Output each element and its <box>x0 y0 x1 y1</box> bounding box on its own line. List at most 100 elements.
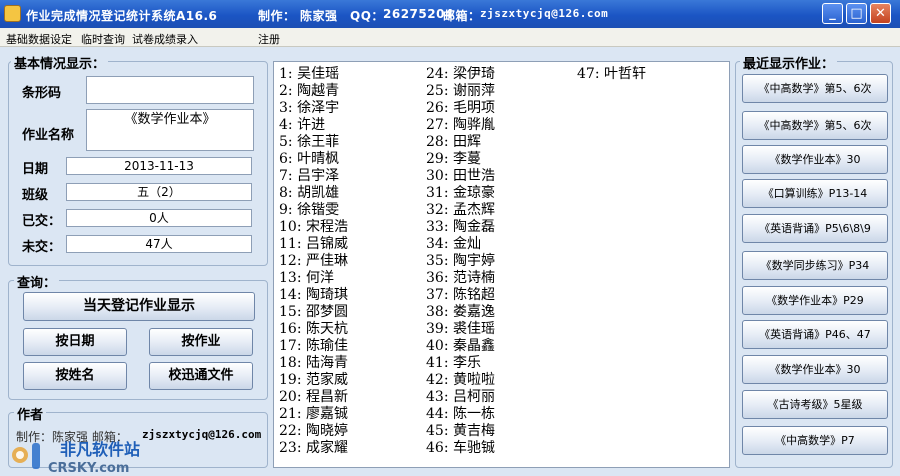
submitted-label: 已交： <box>22 214 62 229</box>
basic-info-title: 基本情况显示： <box>11 53 109 72</box>
list-item[interactable]: 30: 田世浩 <box>426 168 495 185</box>
menu-register[interactable]: 注册 <box>258 31 280 47</box>
list-item[interactable]: 18: 陆海青 <box>279 355 348 372</box>
list-item[interactable]: 47: 叶哲轩 <box>577 66 646 83</box>
list-item[interactable]: 29: 李蔓 <box>426 151 495 168</box>
recent-homework-item[interactable]: 《口算训练》P13-14 <box>742 179 888 208</box>
recent-homework-item[interactable]: 《数学作业本》30 <box>742 145 888 174</box>
menu-temp-query[interactable]: 临时查询 <box>81 31 125 47</box>
list-item[interactable]: 9: 徐锴雯 <box>279 202 348 219</box>
author-name: 陈家强 <box>300 9 338 23</box>
list-item[interactable]: 17: 陈瑜佳 <box>279 338 348 355</box>
list-item[interactable]: 7: 吕宇泽 <box>279 168 348 185</box>
recent-homework-item[interactable]: 《英语背诵》P5\6\8\9 <box>742 214 888 243</box>
show-today-button[interactable]: 当天登记作业显示 <box>23 292 255 321</box>
list-item[interactable]: 25: 谢丽萍 <box>426 83 495 100</box>
list-item[interactable]: 35: 陶宇婷 <box>426 253 495 270</box>
list-item[interactable]: 5: 徐王菲 <box>279 134 348 151</box>
homework-name-label: 作业名称 <box>22 128 75 143</box>
list-item[interactable]: 41: 李乐 <box>426 355 495 372</box>
author-title: 作者 <box>14 404 47 423</box>
class-label: 班级 <box>22 188 49 203</box>
list-item[interactable]: 37: 陈铭超 <box>426 287 495 304</box>
list-item[interactable]: 27: 陶骅胤 <box>426 117 495 134</box>
submitted-count: 0人 <box>66 209 252 227</box>
class-field[interactable]: 五（2） <box>66 183 252 201</box>
list-item[interactable]: 42: 黄啦啦 <box>426 372 495 389</box>
qq-label: QQ： <box>350 9 384 23</box>
list-item[interactable]: 33: 陶金磊 <box>426 219 495 236</box>
window-title: 作业完成情况登记统计系统A16.6 <box>26 9 218 23</box>
unsubmitted-count: 47人 <box>66 235 252 253</box>
by-homework-button[interactable]: 按作业 <box>149 328 253 356</box>
menu-bar: 基础数据设定 临时查询 试卷成绩录入 注册 <box>0 28 900 47</box>
list-item[interactable]: 8: 胡凯雄 <box>279 185 348 202</box>
list-item[interactable]: 28: 田辉 <box>426 134 495 151</box>
list-item[interactable]: 32: 孟杰辉 <box>426 202 495 219</box>
list-item[interactable]: 23: 成家耀 <box>279 440 348 457</box>
list-item[interactable]: 26: 毛明项 <box>426 100 495 117</box>
list-item[interactable]: 2: 陶越青 <box>279 83 348 100</box>
list-item[interactable]: 39: 裘佳瑶 <box>426 321 495 338</box>
watermark-cn: 非凡软件站 <box>60 440 140 459</box>
recent-homework-item[interactable]: 《古诗考级》5星级 <box>742 390 888 419</box>
unsubmitted-label: 未交： <box>22 240 62 255</box>
watermark-en: CRSKY.com <box>48 461 129 475</box>
recent-homework-item[interactable]: 《数学作业本》30 <box>742 355 888 384</box>
email-label: 邮箱： <box>443 9 481 23</box>
list-item[interactable]: 43: 吕柯丽 <box>426 389 495 406</box>
student-column-3: 47: 叶哲轩 <box>577 66 646 83</box>
list-item[interactable]: 46: 车驰铖 <box>426 440 495 457</box>
list-item[interactable]: 11: 吕锦威 <box>279 236 348 253</box>
close-button[interactable]: ✕ <box>870 3 891 24</box>
recent-homework-item[interactable]: 《中高数学》第5、6次 <box>742 111 888 140</box>
recent-homework-item[interactable]: 《数学作业本》P29 <box>742 286 888 315</box>
list-item[interactable]: 3: 徐泽宇 <box>279 100 348 117</box>
list-item[interactable]: 6: 叶晴枫 <box>279 151 348 168</box>
student-list[interactable]: 1: 吴佳瑶 2: 陶越青 3: 徐泽宇 4: 许进 5: 徐王菲 6: 叶晴枫… <box>273 61 730 468</box>
crsky-watermark-logo: 非凡软件站 CRSKY.com <box>12 440 140 475</box>
list-item[interactable]: 38: 娄嘉逸 <box>426 304 495 321</box>
list-item[interactable]: 21: 廖嘉铖 <box>279 406 348 423</box>
date-field[interactable]: 2013-11-13 <box>66 157 252 175</box>
list-item[interactable]: 12: 严佳琳 <box>279 253 348 270</box>
list-item[interactable]: 31: 金琼豪 <box>426 185 495 202</box>
school-file-button[interactable]: 校迅通文件 <box>149 362 253 390</box>
title-bar: 作业完成情况登记统计系统A16.6 制作： 陈家强 QQ： 26275204 邮… <box>0 0 900 28</box>
date-label: 日期 <box>22 162 49 177</box>
by-date-button[interactable]: 按日期 <box>23 328 127 356</box>
author-label: 制作： <box>258 9 296 23</box>
list-item[interactable]: 14: 陶琦琪 <box>279 287 348 304</box>
app-icon <box>4 5 21 22</box>
list-item[interactable]: 16: 陈天杭 <box>279 321 348 338</box>
student-column-2: 24: 梁伊琦 25: 谢丽萍 26: 毛明项 27: 陶骅胤 28: 田辉 2… <box>426 66 495 457</box>
list-item[interactable]: 34: 金灿 <box>426 236 495 253</box>
recent-homework-item[interactable]: 《中高数学》P7 <box>742 426 888 455</box>
barcode-label: 条形码 <box>22 86 62 101</box>
maximize-button[interactable]: □ <box>846 3 867 24</box>
list-item[interactable]: 44: 陈一栋 <box>426 406 495 423</box>
recent-homework-item[interactable]: 《数学同步练习》P34 <box>742 251 888 280</box>
list-item[interactable]: 22: 陶晓婷 <box>279 423 348 440</box>
list-item[interactable]: 4: 许进 <box>279 117 348 134</box>
recent-homework-item[interactable]: 《英语背诵》P46、47 <box>742 320 888 349</box>
query-title: 查询： <box>14 272 60 291</box>
list-item[interactable]: 19: 范家威 <box>279 372 348 389</box>
list-item[interactable]: 1: 吴佳瑶 <box>279 66 348 83</box>
list-item[interactable]: 13: 何洋 <box>279 270 348 287</box>
list-item[interactable]: 15: 邵梦圆 <box>279 304 348 321</box>
barcode-input[interactable] <box>86 76 254 104</box>
list-item[interactable]: 40: 秦晶鑫 <box>426 338 495 355</box>
homework-name-field[interactable]: 《数学作业本》 <box>86 109 254 151</box>
list-item[interactable]: 24: 梁伊琦 <box>426 66 495 83</box>
menu-score-entry[interactable]: 试卷成绩录入 <box>132 31 198 47</box>
by-name-button[interactable]: 按姓名 <box>23 362 127 390</box>
list-item[interactable]: 45: 黄吉梅 <box>426 423 495 440</box>
menu-basic-settings[interactable]: 基础数据设定 <box>6 31 72 47</box>
recent-homework-item[interactable]: 《中高数学》第5、6次 <box>742 74 888 103</box>
list-item[interactable]: 10: 宋程浩 <box>279 219 348 236</box>
recent-homework-title: 最近显示作业： <box>740 53 838 72</box>
minimize-button[interactable]: _ <box>822 3 843 24</box>
list-item[interactable]: 36: 范诗楠 <box>426 270 495 287</box>
list-item[interactable]: 20: 程昌新 <box>279 389 348 406</box>
